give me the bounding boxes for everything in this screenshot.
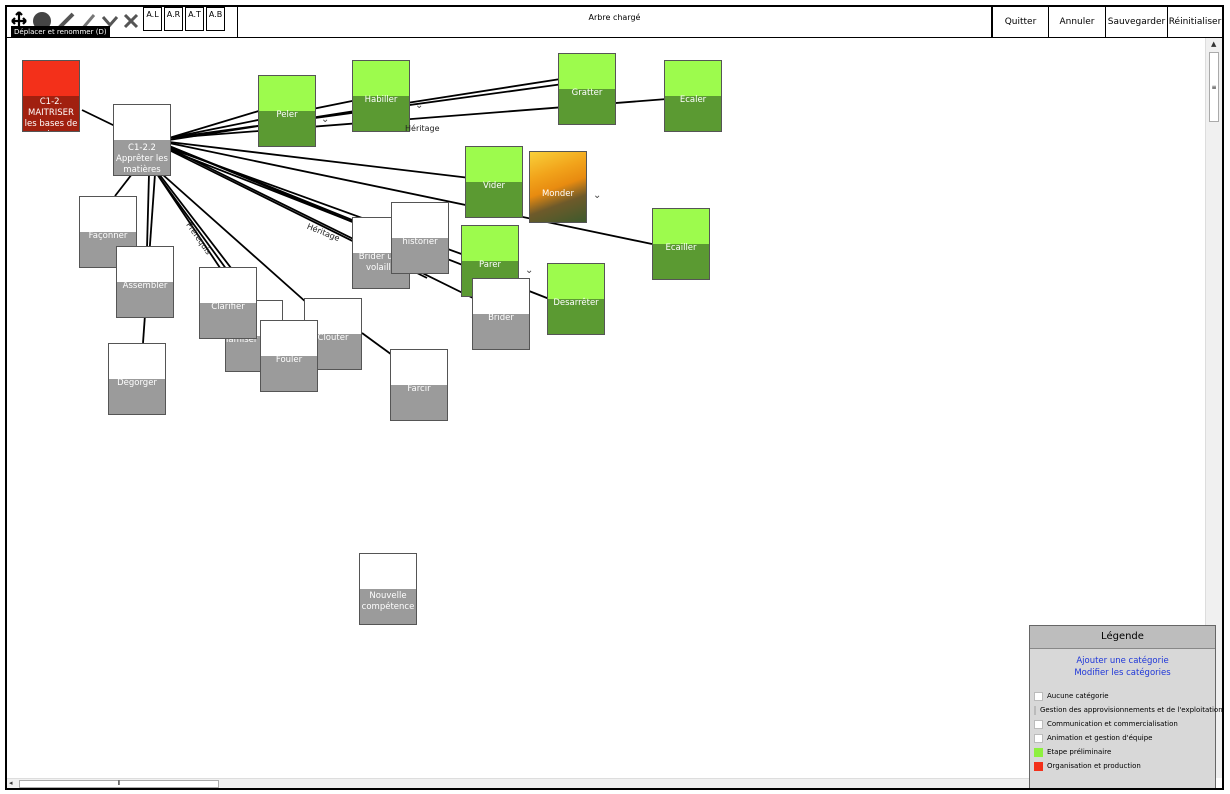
add-category-link[interactable]: Ajouter une catégorie [1030,655,1215,667]
legend-swatch [1034,733,1043,743]
node-fouler[interactable]: Fouler [260,320,318,392]
node-label: historier [402,237,438,247]
node-label: Parer [479,260,501,270]
align-right-button[interactable]: A.R [164,7,183,31]
node-habiller[interactable]: Habiller [352,60,410,132]
node-label: C1-2.2 Apprêter les matières [116,143,168,175]
legend-item-label: Etape préliminaire [1047,748,1112,756]
legend-swatch [1034,747,1043,757]
legend-item-label: Animation et gestion d'équipe [1047,734,1153,742]
node-historier[interactable]: historier [391,202,449,274]
scroll-left-icon[interactable]: ◂ [9,779,13,787]
vertical-scroll-thumb[interactable]: ≡ [1209,52,1219,122]
node-label: Desarrêter [553,298,599,308]
legend-item: Aucune catégorie [1030,689,1215,703]
undo-button[interactable]: Annuler [1049,7,1106,37]
node-label: Nouvelle compétence [361,591,415,612]
node-desarreter[interactable]: Desarrêter [547,263,605,335]
legend-title: Légende [1030,626,1215,649]
node-farcir[interactable]: Farcir [390,349,448,421]
node-ecaler[interactable]: Ecaler [664,60,722,132]
legend-item-label: Aucune catégorie [1047,692,1109,700]
toolbar: A.L A.R A.T A.B Déplacer et renommer (D)… [7,7,1222,38]
tooltip: Déplacer et renommer (D) [11,26,110,38]
scroll-up-icon[interactable]: ▲ [1211,40,1216,48]
status-text: Arbre chargé [237,7,992,37]
quit-button[interactable]: Quitter [992,7,1049,37]
legend-swatch [1034,691,1043,701]
chevron-down-icon[interactable]: ⌄ [525,265,533,276]
editor-window: A.L A.R A.T A.B Déplacer et renommer (D)… [5,5,1224,790]
edge [81,109,116,127]
align-left-button[interactable]: A.L [143,7,162,31]
legend-item: Animation et gestion d'équipe [1030,731,1215,745]
node-maitriser[interactable]: C1-2. MAITRISER les bases de la [22,60,80,132]
node-label: Peler [276,110,298,120]
node-label: Façonner [88,231,128,241]
node-label: Habiller [364,95,398,105]
node-label: C1-2. MAITRISER les bases de la [24,97,78,131]
node-label: Brider [488,313,514,323]
edge-label: Héritage [405,124,440,133]
node-label: Clarifier [211,302,245,312]
edge [146,173,150,249]
edge [114,173,133,197]
node-nouvelle-competence[interactable]: Nouvelle compétence [359,553,417,625]
legend-item-label: Organisation et production [1047,762,1141,770]
node-label: Assembler [122,281,168,291]
reset-button[interactable]: Réinitialiser [1168,7,1222,37]
legend-item: Etape préliminaire [1030,745,1215,759]
node-label: Ecaler [679,95,707,105]
node-monder[interactable]: Monder [529,151,587,223]
legend-item: Gestion des approvisionnements et de l'e… [1030,703,1222,717]
node-apprecier[interactable]: C1-2.2 Apprêter les matières [113,104,171,176]
node-label: Fouler [275,355,303,365]
edge-layer [81,77,668,361]
legend-item-label: Gestion des approvisionnements et de l'e… [1040,706,1223,714]
node-ecailler[interactable]: Ecailler [652,208,710,280]
align-top-button[interactable]: A.T [185,7,204,31]
node-label: Farcir [407,384,431,394]
node-assembler[interactable]: Assembler [116,246,174,318]
legend-panel: Légende Ajouter une catégorie Modifier l… [1029,625,1222,788]
node-label: Dégorger [117,378,157,388]
chevron-down-icon[interactable]: ⌄ [415,100,423,111]
node-brider[interactable]: Brider [472,278,530,350]
node-label: Gratter [571,88,603,98]
legend-swatch [1034,719,1043,729]
node-clarifier[interactable]: Clarifier [199,267,257,339]
tree-canvas[interactable]: C1-2. MAITRISER les bases de la C1-2.2 A… [7,38,1205,778]
node-vider[interactable]: Vider [465,146,523,218]
node-peler[interactable]: Peler [258,75,316,147]
node-gratter[interactable]: Gratter [558,53,616,125]
node-degorger[interactable]: Dégorger [108,343,166,415]
legend-item-label: Communication et commercialisation [1047,720,1178,728]
legend-item: Organisation et production [1030,759,1215,773]
edit-categories-link[interactable]: Modifier les catégories [1030,667,1215,679]
legend-item: Communication et commercialisation [1030,717,1215,731]
node-label: Monder [541,189,575,199]
horizontal-scroll-thumb[interactable]: ⦀ [19,780,219,788]
delete-icon[interactable] [121,9,141,33]
horizontal-scrollbar[interactable]: ◂ ⦀ ▸ [7,778,1205,788]
node-label: Vider [482,181,506,191]
align-bottom-button[interactable]: A.B [206,7,225,31]
legend-swatch [1034,705,1036,715]
legend-swatch [1034,761,1043,771]
save-button[interactable]: Sauvegarder [1106,7,1168,37]
chevron-down-icon[interactable]: ⌄ [593,190,601,201]
chevron-down-icon[interactable]: ⌄ [321,114,329,125]
node-label: Ecailler [665,243,697,253]
